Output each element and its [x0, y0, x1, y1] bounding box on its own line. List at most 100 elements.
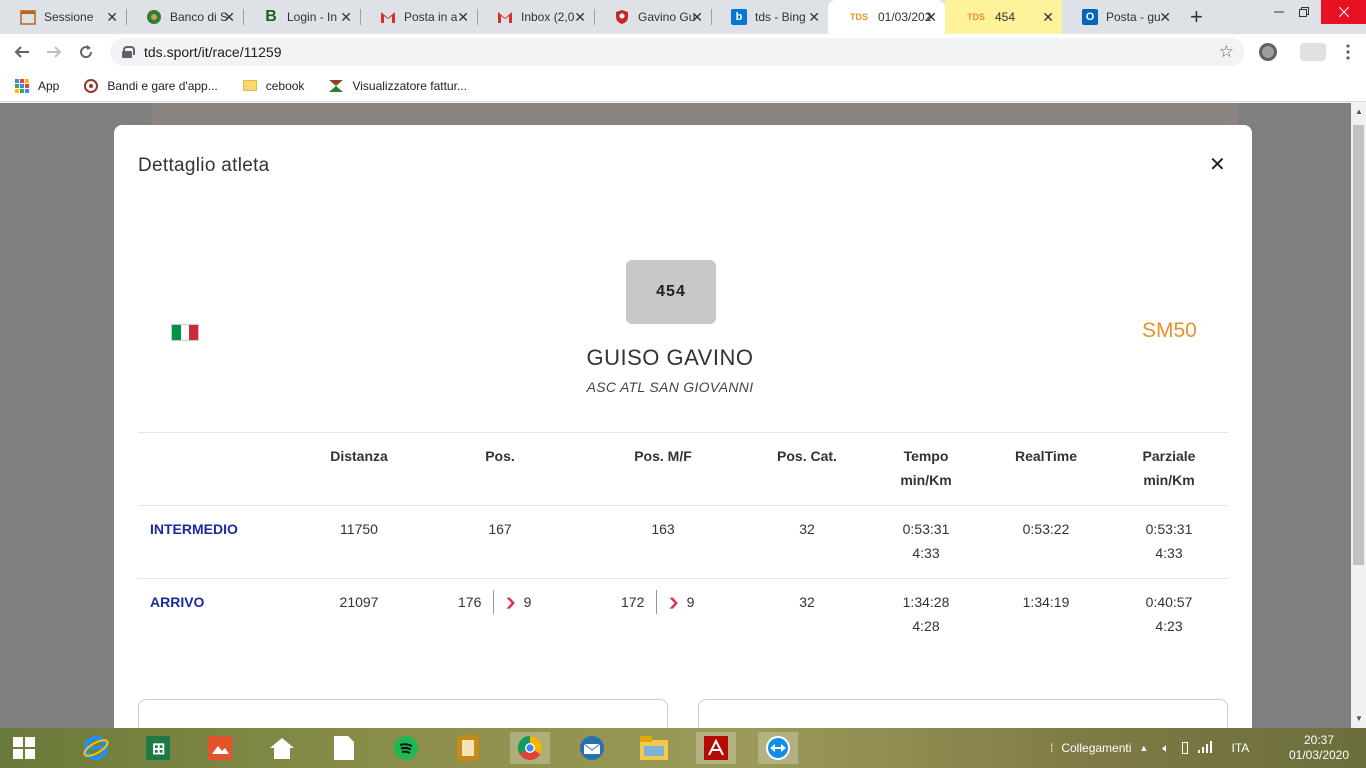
- spotify-icon[interactable]: [386, 732, 426, 764]
- bookmark-bandi[interactable]: Bandi e gare d'app...: [83, 78, 218, 94]
- cell-split-value: 0:53:31: [1145, 521, 1193, 537]
- acrobat-icon[interactable]: [696, 732, 736, 764]
- document-icon[interactable]: [324, 732, 364, 764]
- tab-gavino[interactable]: Gavino Gu ✕: [594, 0, 711, 34]
- bookmark-apps[interactable]: App: [14, 78, 59, 94]
- cell-time: 1:34:28 4:28: [876, 590, 976, 638]
- invoice-icon: [328, 78, 344, 94]
- reload-button[interactable]: [74, 40, 98, 64]
- extension-icon[interactable]: [1259, 43, 1277, 61]
- tab-sessione[interactable]: Sessione ✕: [0, 0, 126, 34]
- folder-icon: [242, 78, 258, 94]
- tray-expand-icon[interactable]: ▲: [1139, 743, 1148, 753]
- tab-close-icon[interactable]: ✕: [925, 9, 937, 26]
- close-window-button[interactable]: [1321, 0, 1366, 24]
- header-realtime: RealTime: [1015, 448, 1077, 464]
- internet-explorer-icon[interactable]: [76, 732, 116, 764]
- home-icon[interactable]: [262, 732, 302, 764]
- bookmark-star-icon[interactable]: ☆: [1219, 42, 1234, 62]
- tab-close-icon[interactable]: ✕: [340, 9, 352, 26]
- tab-close-icon[interactable]: ✕: [808, 9, 820, 26]
- athlete-club: ASC ATL SAN GIOVANNI: [586, 379, 754, 395]
- header-pos: Pos.: [485, 448, 515, 464]
- bank-icon: [146, 9, 162, 25]
- tab-close-icon[interactable]: ✕: [691, 9, 703, 26]
- tab-title: Banco di S: [170, 10, 229, 24]
- volume-icon[interactable]: 🔈︎: [1162, 741, 1169, 756]
- tab-inbox[interactable]: Inbox (2,0 ✕: [477, 0, 594, 34]
- cell-pos-cat: 32: [799, 594, 815, 610]
- detail-card-right: [698, 699, 1228, 728]
- tab-title: Login - In: [287, 10, 338, 24]
- tab-close-icon[interactable]: ✕: [1159, 9, 1171, 26]
- tab-login[interactable]: B Login - In ✕: [243, 0, 360, 34]
- outlook-icon: O: [1082, 9, 1098, 25]
- tray-label[interactable]: Collegamenti: [1061, 741, 1131, 755]
- menu-kebab-icon[interactable]: [1336, 40, 1360, 64]
- page-scrollbar[interactable]: ▲ ▼: [1351, 103, 1366, 728]
- bandi-icon: [83, 78, 99, 94]
- address-bar[interactable]: tds.sport/it/race/11259 ☆: [110, 38, 1244, 66]
- scroll-up-arrow-icon[interactable]: ▲: [1355, 107, 1363, 116]
- athlete-detail-modal: Dettaglio atleta ✕ 454 SM50 GUISO GAVINO…: [114, 125, 1252, 728]
- bookmark-fatture[interactable]: Visualizzatore fattur...: [328, 78, 467, 94]
- tab-banco[interactable]: Banco di S ✕: [126, 0, 243, 34]
- chrome-icon[interactable]: [510, 732, 550, 764]
- table-row-label[interactable]: ARRIVO: [150, 594, 204, 610]
- profile-avatar[interactable]: [1300, 43, 1326, 61]
- tab-close-icon[interactable]: ✕: [106, 9, 118, 26]
- italy-flag-icon: [171, 324, 199, 341]
- tds-icon: TDS: [967, 12, 985, 22]
- back-button[interactable]: [10, 40, 34, 64]
- svg-text:⊞: ⊞: [152, 741, 165, 758]
- battery-icon[interactable]: [1181, 742, 1188, 754]
- bookmarks-bar: App Bandi e gare d'app... cebook Visuali…: [0, 70, 1366, 102]
- tab-bing[interactable]: b tds - Bing ✕: [711, 0, 828, 34]
- cell-pos-mf-delta: 9: [686, 594, 695, 610]
- bookmark-cebook[interactable]: cebook: [242, 78, 304, 94]
- detail-card-left: [138, 699, 668, 728]
- mail-app-icon[interactable]: [572, 732, 612, 764]
- restore-button[interactable]: [1281, 0, 1326, 24]
- header-split-line2: min/Km: [1143, 472, 1195, 488]
- tab-close-icon[interactable]: ✕: [1042, 9, 1054, 26]
- cell-distance: 11750: [340, 521, 378, 537]
- excel-icon[interactable]: ⊞: [138, 732, 178, 764]
- new-tab-button[interactable]: +: [1190, 4, 1203, 30]
- shield-icon: [614, 9, 630, 25]
- scroll-thumb[interactable]: [1353, 125, 1364, 565]
- cell-time-value: 1:34:28: [902, 594, 950, 610]
- notes-app-icon[interactable]: [448, 732, 488, 764]
- taskbar-clock[interactable]: 20:37 01/03/2020: [1284, 733, 1354, 763]
- photos-icon[interactable]: [200, 732, 240, 764]
- clock-date: 01/03/2020: [1288, 748, 1350, 762]
- tab-race-active[interactable]: TDS 01/03/202 ✕: [828, 0, 945, 34]
- cell-split-pace: 4:23: [1155, 618, 1183, 634]
- browser-toolbar: tds.sport/it/race/11259 ☆: [0, 34, 1366, 70]
- table-row-label[interactable]: INTERMEDIO: [150, 521, 238, 537]
- language-indicator[interactable]: ITA: [1232, 741, 1250, 755]
- bookmark-label: App: [38, 78, 60, 93]
- tab-close-icon[interactable]: ✕: [223, 9, 235, 26]
- tds-icon: TDS: [850, 12, 868, 22]
- lock-icon: [122, 46, 135, 58]
- cell-pos-cat: 32: [799, 521, 815, 537]
- tab-454[interactable]: TDS 454 ✕: [945, 0, 1062, 34]
- teamviewer-icon[interactable]: [758, 732, 798, 764]
- forward-button[interactable]: [42, 40, 66, 64]
- header-distance: Distanza: [330, 448, 388, 464]
- modal-close-icon[interactable]: ✕: [1209, 152, 1226, 177]
- tab-posta[interactable]: Posta in a ✕: [360, 0, 477, 34]
- tab-outlook[interactable]: O Posta - gu ✕: [1062, 0, 1179, 34]
- windows-start-icon[interactable]: [4, 732, 44, 764]
- athlete-category: SM50: [1142, 319, 1197, 342]
- tab-close-icon[interactable]: ✕: [574, 9, 586, 26]
- tab-title: Posta in a: [404, 10, 458, 24]
- cell-split-pace: 4:33: [1155, 545, 1183, 561]
- cell-realtime: 0:53:22: [1022, 521, 1070, 537]
- gmail-icon: [380, 9, 396, 25]
- scroll-down-arrow-icon[interactable]: ▼: [1355, 714, 1363, 723]
- file-explorer-icon[interactable]: [634, 732, 674, 764]
- network-signal-icon[interactable]: [1197, 740, 1212, 756]
- tab-close-icon[interactable]: ✕: [457, 9, 469, 26]
